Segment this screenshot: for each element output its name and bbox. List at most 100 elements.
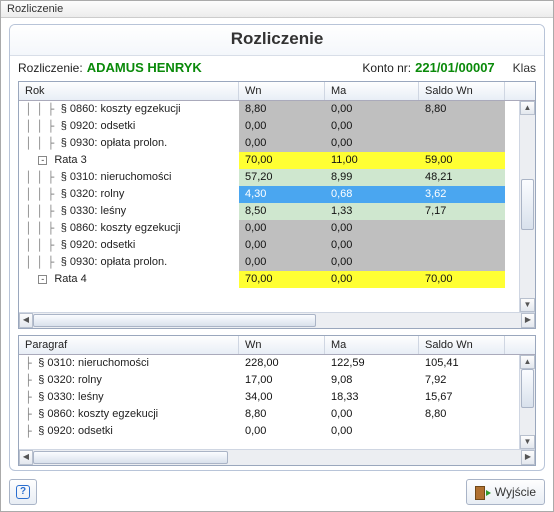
cell-wn: 228,00 xyxy=(239,355,325,372)
scroll-right-icon[interactable]: ▶ xyxy=(521,450,535,465)
help-button[interactable]: ? xyxy=(9,479,37,505)
cell-ma: 0,68 xyxy=(325,186,419,203)
cell-ma: 0,00 xyxy=(325,220,419,237)
cell-wn: 8,80 xyxy=(239,406,325,423)
row-label: § 0310: nieruchomości xyxy=(38,355,149,372)
cell-saldo-wn xyxy=(419,220,505,237)
table-row[interactable]: │ │ ├ § 0860: koszty egzekucji8,800,008,… xyxy=(19,101,535,118)
cell-wn: 0,00 xyxy=(239,135,325,152)
top-hscrollbar[interactable]: ◀ ▶ xyxy=(19,312,535,328)
col-saldo-wn[interactable]: Saldo Wn xyxy=(419,82,505,100)
tree-expander-icon[interactable]: - xyxy=(38,156,47,165)
cell-saldo-wn: 59,00 xyxy=(419,152,505,169)
row-label: § 0920: odsetki xyxy=(61,118,136,135)
table-row[interactable]: │ │ ├ § 0310: nieruchomości57,208,9948,2… xyxy=(19,169,535,186)
main-panel: Rozliczenie Rozliczenie: ADAMUS HENRYK K… xyxy=(9,24,545,471)
table-row[interactable]: │ │ ├ § 0920: odsetki0,000,00 xyxy=(19,237,535,254)
table-row[interactable]: ├ § 0920: odsetki0,000,00 xyxy=(19,423,535,440)
row-label: § 0860: koszty egzekucji xyxy=(38,406,158,423)
cell-saldo-wn xyxy=(419,237,505,254)
cell-wn: 70,00 xyxy=(239,271,325,288)
cell-ma: 9,08 xyxy=(325,372,419,389)
scroll-down-icon[interactable]: ▼ xyxy=(520,298,535,312)
top-table: Rok Wn Ma Saldo Wn │ │ ├ § 0860: koszty … xyxy=(18,81,536,329)
table-row[interactable]: │ │ ├ § 0930: opłata prolon.0,000,00 xyxy=(19,254,535,271)
col-saldo-wn-b[interactable]: Saldo Wn xyxy=(419,336,505,354)
help-icon: ? xyxy=(16,485,30,499)
exit-label: Wyjście xyxy=(495,485,536,499)
cell-wn: 57,20 xyxy=(239,169,325,186)
cell-saldo-wn xyxy=(419,118,505,135)
cell-ma: 0,00 xyxy=(325,406,419,423)
cell-ma: 8,99 xyxy=(325,169,419,186)
col-wn[interactable]: Wn xyxy=(239,82,325,100)
row-label: § 0330: leśny xyxy=(61,203,126,220)
row-label: § 0930: opłata prolon. xyxy=(61,135,167,152)
top-vscrollbar[interactable]: ▲ ▼ xyxy=(519,101,535,312)
bot-vscrollbar[interactable]: ▲ ▼ xyxy=(519,355,535,449)
cell-wn: 34,00 xyxy=(239,389,325,406)
scroll-down-icon[interactable]: ▼ xyxy=(520,435,535,449)
cell-ma: 18,33 xyxy=(325,389,419,406)
cell-ma: 11,00 xyxy=(325,152,419,169)
table-row[interactable]: - Rata 470,000,0070,00 xyxy=(19,271,535,288)
top-table-header: Rok Wn Ma Saldo Wn xyxy=(19,82,535,101)
cell-wn: 4,30 xyxy=(239,186,325,203)
cell-saldo-wn: 7,17 xyxy=(419,203,505,220)
cell-saldo-wn: 7,92 xyxy=(419,372,505,389)
row-label: § 0320: rolny xyxy=(61,186,125,203)
bot-hscrollbar[interactable]: ◀ ▶ xyxy=(19,449,535,465)
table-row[interactable]: │ │ ├ § 0920: odsetki0,000,00 xyxy=(19,118,535,135)
exit-icon xyxy=(475,485,489,499)
table-row[interactable]: ├ § 0320: rolny17,009,087,92 xyxy=(19,372,535,389)
table-row[interactable]: │ │ ├ § 0860: koszty egzekucji0,000,00 xyxy=(19,220,535,237)
row-label: § 0920: odsetki xyxy=(38,423,113,440)
cell-wn: 0,00 xyxy=(239,237,325,254)
col-rok[interactable]: Rok xyxy=(19,82,239,100)
row-label: § 0920: odsetki xyxy=(61,237,136,254)
cell-ma: 0,00 xyxy=(325,237,419,254)
table-row[interactable]: │ │ ├ § 0930: opłata prolon.0,000,00 xyxy=(19,135,535,152)
cell-saldo-wn xyxy=(419,254,505,271)
row-label: Rata 3 xyxy=(54,152,86,169)
cell-saldo-wn: 48,21 xyxy=(419,169,505,186)
row-label: § 0310: nieruchomości xyxy=(61,169,172,186)
top-table-body[interactable]: │ │ ├ § 0860: koszty egzekucji8,800,008,… xyxy=(19,101,535,312)
col-paragraf[interactable]: Paragraf xyxy=(19,336,239,354)
cell-ma: 122,59 xyxy=(325,355,419,372)
scroll-right-icon[interactable]: ▶ xyxy=(521,313,535,328)
table-row[interactable]: │ │ ├ § 0320: rolny4,300,683,62 xyxy=(19,186,535,203)
cell-ma: 1,33 xyxy=(325,203,419,220)
bottom-table-body[interactable]: ├ § 0310: nieruchomości228,00122,59105,4… xyxy=(19,355,535,449)
exit-button[interactable]: Wyjście xyxy=(466,479,545,505)
row-label: § 0330: leśny xyxy=(38,389,103,406)
cell-ma: 0,00 xyxy=(325,101,419,118)
table-row[interactable]: ├ § 0330: leśny34,0018,3315,67 xyxy=(19,389,535,406)
scroll-left-icon[interactable]: ◀ xyxy=(19,450,33,465)
rozliczenie-value: ADAMUS HENRYK xyxy=(87,60,202,75)
konto-value: 221/01/00007 xyxy=(415,60,495,75)
bottom-table: Paragraf Wn Ma Saldo Wn ├ § 0310: nieruc… xyxy=(18,335,536,466)
row-label: § 0320: rolny xyxy=(38,372,102,389)
table-row[interactable]: │ │ ├ § 0330: leśny8,501,337,17 xyxy=(19,203,535,220)
cell-wn: 8,50 xyxy=(239,203,325,220)
info-row: Rozliczenie: ADAMUS HENRYK Konto nr: 221… xyxy=(10,56,544,79)
tree-expander-icon[interactable]: - xyxy=(38,275,47,284)
scroll-left-icon[interactable]: ◀ xyxy=(19,313,33,328)
cell-ma: 0,00 xyxy=(325,135,419,152)
rozliczenie-label: Rozliczenie: xyxy=(18,61,83,75)
scroll-up-icon[interactable]: ▲ xyxy=(520,101,535,115)
cell-saldo-wn: 70,00 xyxy=(419,271,505,288)
scroll-up-icon[interactable]: ▲ xyxy=(520,355,535,369)
cell-ma: 0,00 xyxy=(325,423,419,440)
col-ma[interactable]: Ma xyxy=(325,82,419,100)
table-row[interactable]: ├ § 0310: nieruchomości228,00122,59105,4… xyxy=(19,355,535,372)
cell-wn: 0,00 xyxy=(239,220,325,237)
col-wn-b[interactable]: Wn xyxy=(239,336,325,354)
table-row[interactable]: ├ § 0860: koszty egzekucji8,800,008,80 xyxy=(19,406,535,423)
table-row[interactable]: - Rata 370,0011,0059,00 xyxy=(19,152,535,169)
cell-saldo-wn xyxy=(419,423,505,440)
cell-saldo-wn xyxy=(419,135,505,152)
cell-wn: 0,00 xyxy=(239,254,325,271)
col-ma-b[interactable]: Ma xyxy=(325,336,419,354)
